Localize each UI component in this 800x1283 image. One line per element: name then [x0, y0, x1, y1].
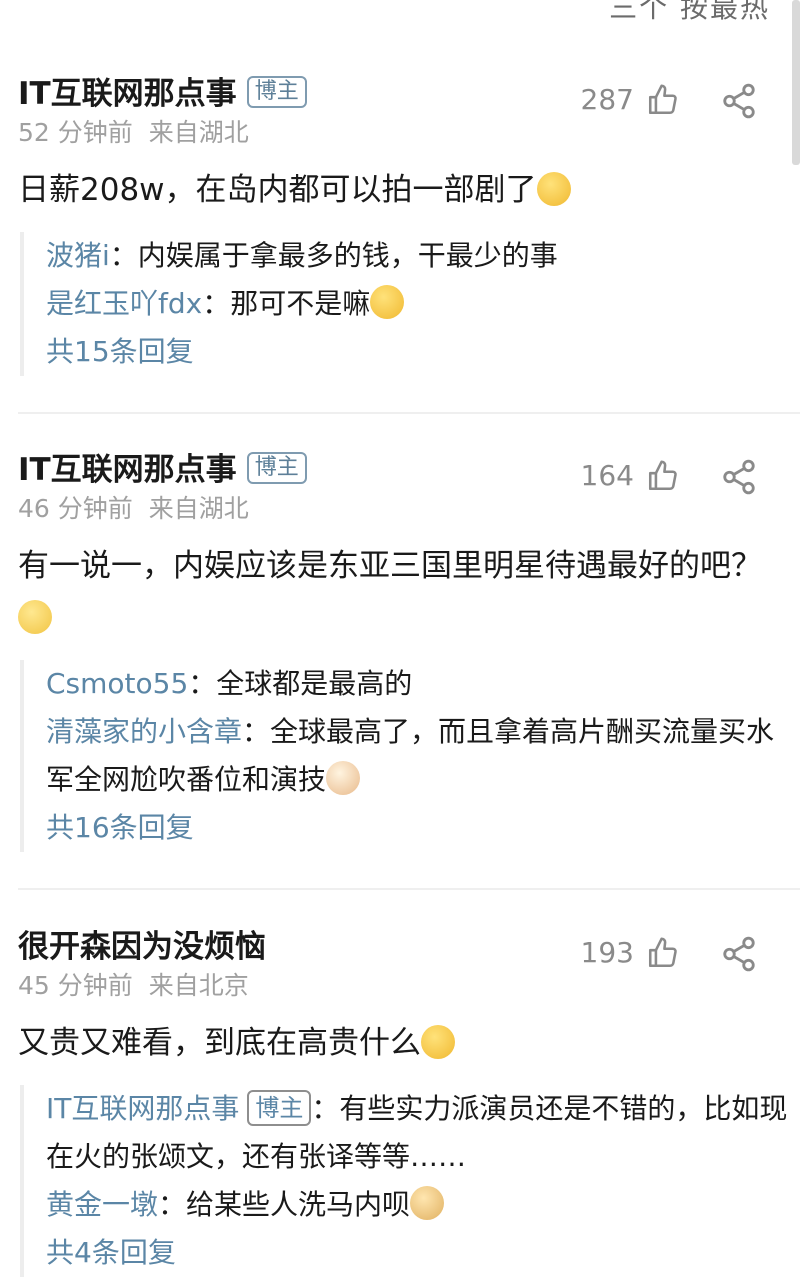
reply-text: ：那可不是嘛 [202, 287, 371, 320]
sort-tabs[interactable]: 三个 按最热 [609, 0, 770, 26]
cat-emoji-icon [326, 761, 361, 795]
reply-username[interactable]: 清藻家的小含章 [46, 715, 242, 748]
reply-username[interactable]: 是红玉吖fdx [46, 287, 202, 320]
comment-username[interactable]: IT互联网那点事 博主 [18, 448, 307, 492]
reply-username[interactable]: 黄金一墩 [46, 1188, 158, 1221]
thinking-emoji-icon [18, 599, 52, 634]
reply-item: Csmoto55：全球都是最高的 [46, 660, 800, 708]
comment-item: 很开森因为没烦恼 45 分钟前 来自北京 193 又贵又难看，到底在高贵什么 IT… [0, 925, 800, 1277]
share-button[interactable] [720, 458, 758, 500]
comment-meta: 52 分钟前 来自湖北 [18, 116, 249, 150]
comment-username[interactable]: IT互联网那点事 博主 [18, 72, 307, 116]
comment-text: 有一说一，内娱应该是东亚三国里明星待遇最好的吧？ [18, 540, 782, 644]
thumb-up-icon [648, 937, 677, 968]
username-text[interactable]: IT互联网那点事 [18, 452, 237, 488]
reply-list: Csmoto55：全球都是最高的 清藻家的小含章：全球最高了，而且拿着高片酬买流… [20, 660, 800, 852]
reply-item: 黄金一墩：给某些人洗马内呗 [46, 1181, 800, 1229]
comment-location: 来自湖北 [148, 494, 249, 523]
laugh-emoji-icon [370, 285, 405, 319]
more-replies-link[interactable]: 共4条回复 [46, 1229, 800, 1277]
reply-username[interactable]: Csmoto55 [46, 667, 188, 700]
comment-location: 来自湖北 [148, 118, 249, 147]
divider [18, 888, 800, 890]
reply-list: 波猪i：内娱属于拿最多的钱，干最少的事 是红玉吖fdx：那可不是嘛 共15条回复 [20, 232, 800, 376]
like-button[interactable]: 164 [581, 456, 680, 496]
comment-header: IT互联网那点事 博主 52 分钟前 来自湖北 287 [0, 72, 800, 152]
more-replies-link[interactable]: 共16条回复 [46, 804, 800, 852]
like-count: 164 [580, 459, 634, 492]
like-count: 193 [580, 936, 634, 969]
comment-text: 又贵又难看，到底在高贵什么 [18, 1017, 782, 1069]
doge-emoji-icon [410, 1186, 445, 1220]
comment-username[interactable]: 很开森因为没烦恼 [18, 925, 266, 969]
reply-item: 波猪i：内娱属于拿最多的钱，干最少的事 [46, 232, 800, 280]
divider [18, 412, 800, 414]
comment-header: 很开森因为没烦恼 45 分钟前 来自北京 193 [0, 925, 800, 1005]
comment-time: 52 分钟前 [18, 118, 133, 147]
comment-meta: 46 分钟前 来自湖北 [18, 492, 249, 526]
shush-emoji-icon [421, 1024, 455, 1059]
thumb-up-icon [648, 460, 677, 491]
share-icon [723, 83, 755, 119]
reply-text: ：全球都是最高的 [188, 667, 413, 700]
comment-location: 来自北京 [148, 971, 249, 1000]
username-text[interactable]: IT互联网那点事 [18, 76, 237, 112]
share-icon [723, 936, 755, 972]
like-count: 287 [580, 83, 634, 116]
comment-time: 46 分钟前 [18, 494, 133, 523]
author-badge: 博主 [246, 75, 307, 108]
comment-body: 又贵又难看，到底在高贵什么 [18, 1025, 421, 1061]
comment-header: IT互联网那点事 博主 46 分钟前 来自湖北 164 [0, 448, 800, 528]
thumb-up-icon [648, 84, 677, 115]
reply-text: ：给某些人洗马内呗 [158, 1188, 411, 1221]
author-badge: 博主 [247, 1090, 312, 1126]
reply-username[interactable]: IT互联网那点事 [46, 1092, 239, 1125]
reply-item: IT互联网那点事 博主 ：有些实力派演员还是不错的，比如现在火的张颂文，还有张译等等… [46, 1085, 800, 1181]
share-icon [723, 459, 755, 495]
comment-item: IT互联网那点事 博主 46 分钟前 来自湖北 164 有一说一，内娱应该是东亚三国… [0, 448, 800, 852]
share-button[interactable] [720, 82, 758, 124]
comment-body: 日薪208w，在岛内都可以拍一部剧了 [18, 172, 537, 208]
reply-item: 清藻家的小含章：全球最高了，而且拿着高片酬买流量买水军全网尬吹番位和演技 [46, 708, 800, 804]
comment-text: 日薪208w，在岛内都可以拍一部剧了 [18, 164, 782, 216]
reply-item: 是红玉吖fdx：那可不是嘛 [46, 280, 800, 328]
comment-item: IT互联网那点事 博主 52 分钟前 来自湖北 287 日薪208w，在岛内都可以拍… [0, 72, 800, 376]
more-replies-link[interactable]: 共15条回复 [46, 328, 800, 376]
like-button[interactable]: 193 [581, 933, 680, 973]
like-button[interactable]: 287 [581, 80, 680, 120]
comment-time: 45 分钟前 [18, 971, 133, 1000]
cry-laugh-emoji-icon [536, 171, 571, 206]
reply-text: ：内娱属于拿最多的钱，干最少的事 [109, 239, 558, 272]
share-button[interactable] [720, 935, 758, 977]
comment-body: 有一说一，内娱应该是东亚三国里明星待遇最好的吧？ [18, 548, 762, 584]
author-badge: 博主 [246, 451, 307, 484]
comment-meta: 45 分钟前 来自北京 [18, 969, 249, 1003]
reply-list: IT互联网那点事 博主 ：有些实力派演员还是不错的，比如现在火的张颂文，还有张译等等… [20, 1085, 800, 1277]
reply-username[interactable]: 波猪i [46, 239, 110, 272]
